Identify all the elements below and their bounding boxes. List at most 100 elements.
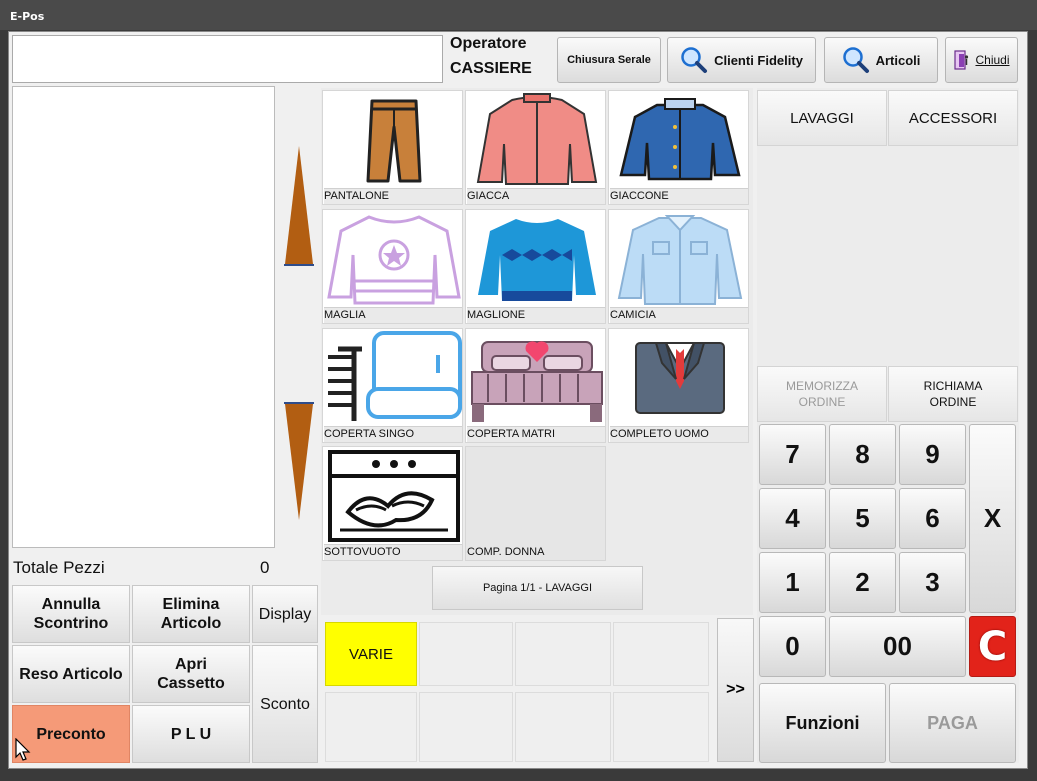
varie-button[interactable]: VARIE <box>325 622 417 686</box>
key-00[interactable]: 00 <box>829 616 966 677</box>
next-page-button[interactable]: >> <box>717 618 754 762</box>
key-8-label: 8 <box>855 439 870 469</box>
item-pantalone[interactable]: PANTALONE <box>322 90 463 205</box>
clienti-fidelity-label: Clienti Fidelity <box>714 52 803 68</box>
quick-slot[interactable] <box>515 692 611 762</box>
item-coperta-singo[interactable]: COPERTA SINGO <box>322 328 463 443</box>
key-8[interactable]: 8 <box>829 424 896 485</box>
suit-icon <box>634 342 725 414</box>
sconto-label: Sconto <box>260 695 310 713</box>
key-6-label: 6 <box>925 503 940 533</box>
title-bar: E-Pos <box>0 0 1037 30</box>
dress-shirt-icon <box>617 215 742 305</box>
articoli-button[interactable]: Articoli <box>824 37 938 83</box>
richiama-ordine-button[interactable]: RICHIAMA ORDINE <box>888 366 1018 422</box>
quick-slot[interactable] <box>419 692 513 762</box>
plu-button[interactable]: P L U <box>132 705 250 763</box>
annulla-scontrino-button[interactable]: Annulla Scontrino <box>12 585 130 643</box>
next-page-label: >> <box>726 681 745 698</box>
reso-articolo-button[interactable]: Reso Articolo <box>12 645 130 703</box>
key-2[interactable]: 2 <box>829 552 896 613</box>
item-label: COMPLETO UOMO <box>610 426 748 442</box>
item-label: COPERTA SINGO <box>324 426 462 442</box>
sconto-button[interactable]: Sconto <box>252 645 318 763</box>
chiusura-serale-label: Chiusura Serale <box>567 54 651 66</box>
quick-slot[interactable] <box>613 692 709 762</box>
paga-label: PAGA <box>927 712 978 733</box>
item-label: SOTTOVUOTO <box>324 544 462 560</box>
display-label: Display <box>258 605 312 623</box>
receipt-list[interactable] <box>12 86 275 548</box>
operator-value: CASSIERE <box>450 60 532 77</box>
key-7-label: 7 <box>785 439 800 469</box>
paga-button[interactable]: PAGA <box>889 683 1016 763</box>
quick-slot[interactable] <box>419 622 513 686</box>
key-9-label: 9 <box>925 439 940 469</box>
annulla-scontrino-label: Annulla Scontrino <box>33 596 109 632</box>
item-comp-donna[interactable]: COMP. DONNA <box>465 446 606 561</box>
key-multiply[interactable]: X <box>969 424 1016 613</box>
quick-slot[interactable] <box>613 622 709 686</box>
pants-icon <box>366 99 421 183</box>
item-label: CAMICIA <box>610 307 748 323</box>
key-2-label: 2 <box>855 567 870 597</box>
key-5[interactable]: 5 <box>829 488 896 549</box>
sweater-icon <box>477 219 596 301</box>
scroll-up-arrow-icon[interactable] <box>283 144 315 268</box>
elimina-articolo-label: Elimina Articolo <box>160 596 222 632</box>
item-coperta-matri[interactable]: COPERTA MATRI <box>465 328 606 443</box>
chiusura-serale-button[interactable]: Chiusura Serale <box>557 37 661 83</box>
category-lavaggi[interactable]: LAVAGGI <box>757 90 887 146</box>
item-completo-uomo[interactable]: COMPLETO UOMO <box>608 328 749 443</box>
key-4[interactable]: 4 <box>759 488 826 549</box>
item-label: GIACCA <box>467 188 605 204</box>
item-label: GIACCONE <box>610 188 748 204</box>
mouse-cursor-icon <box>15 738 31 761</box>
item-label: COMP. DONNA <box>467 545 605 560</box>
chiudi-button[interactable]: Chiudi <box>945 37 1018 83</box>
clienti-fidelity-button[interactable]: Clienti Fidelity <box>667 37 816 83</box>
item-giaccone[interactable]: GIACCONE <box>608 90 749 205</box>
pagination-label: Pagina 1/1 - LAVAGGI <box>432 566 643 610</box>
varie-label: VARIE <box>349 645 393 663</box>
clear-button[interactable]: C <box>969 616 1016 677</box>
category-accessori[interactable]: ACCESSORI <box>888 90 1018 146</box>
vacuum-bag-icon <box>327 450 460 542</box>
blanket-icon <box>327 331 462 421</box>
articoli-label: Articoli <box>875 52 921 68</box>
plu-label: P L U <box>170 725 212 743</box>
category-lavaggi-label: LAVAGGI <box>790 109 854 127</box>
items-grid: PANTALONE GIACCA GIACCONE MAGLIA MAGLION… <box>321 88 753 615</box>
item-maglione[interactable]: MAGLIONE <box>465 209 606 324</box>
quick-slot[interactable] <box>325 692 417 762</box>
search-input[interactable] <box>12 35 443 83</box>
key-6[interactable]: 6 <box>899 488 966 549</box>
key-3-label: 3 <box>925 567 940 597</box>
item-label: PANTALONE <box>324 188 462 204</box>
exit-door-icon <box>954 50 969 70</box>
double-bed-icon <box>470 341 603 422</box>
key-7[interactable]: 7 <box>759 424 826 485</box>
clear-label: C <box>977 623 1008 670</box>
key-0[interactable]: 0 <box>759 616 826 677</box>
key-3[interactable]: 3 <box>899 552 966 613</box>
key-1[interactable]: 1 <box>759 552 826 613</box>
item-giacca[interactable]: GIACCA <box>465 90 606 205</box>
funzioni-button[interactable]: Funzioni <box>759 683 886 763</box>
memorizza-ordine-label: MEMORIZZA ORDINE <box>786 379 858 409</box>
scroll-down-arrow-icon[interactable] <box>283 400 315 524</box>
preconto-label: Preconto <box>36 725 106 743</box>
item-sottovuoto[interactable]: SOTTOVUOTO <box>322 446 463 561</box>
key-9[interactable]: 9 <box>899 424 966 485</box>
item-camicia[interactable]: CAMICIA <box>608 209 749 324</box>
elimina-articolo-button[interactable]: Elimina Articolo <box>132 585 250 643</box>
item-maglia[interactable]: MAGLIA <box>322 209 463 324</box>
item-label: MAGLIONE <box>467 307 605 323</box>
apri-cassetto-button[interactable]: Apri Cassetto <box>132 645 250 703</box>
coat-icon <box>618 98 741 181</box>
magnifier-icon <box>842 47 869 73</box>
display-button[interactable]: Display <box>252 585 318 643</box>
quick-slot[interactable] <box>515 622 611 686</box>
jacket-icon <box>476 93 597 185</box>
memorizza-ordine-button[interactable]: MEMORIZZA ORDINE <box>757 366 887 422</box>
